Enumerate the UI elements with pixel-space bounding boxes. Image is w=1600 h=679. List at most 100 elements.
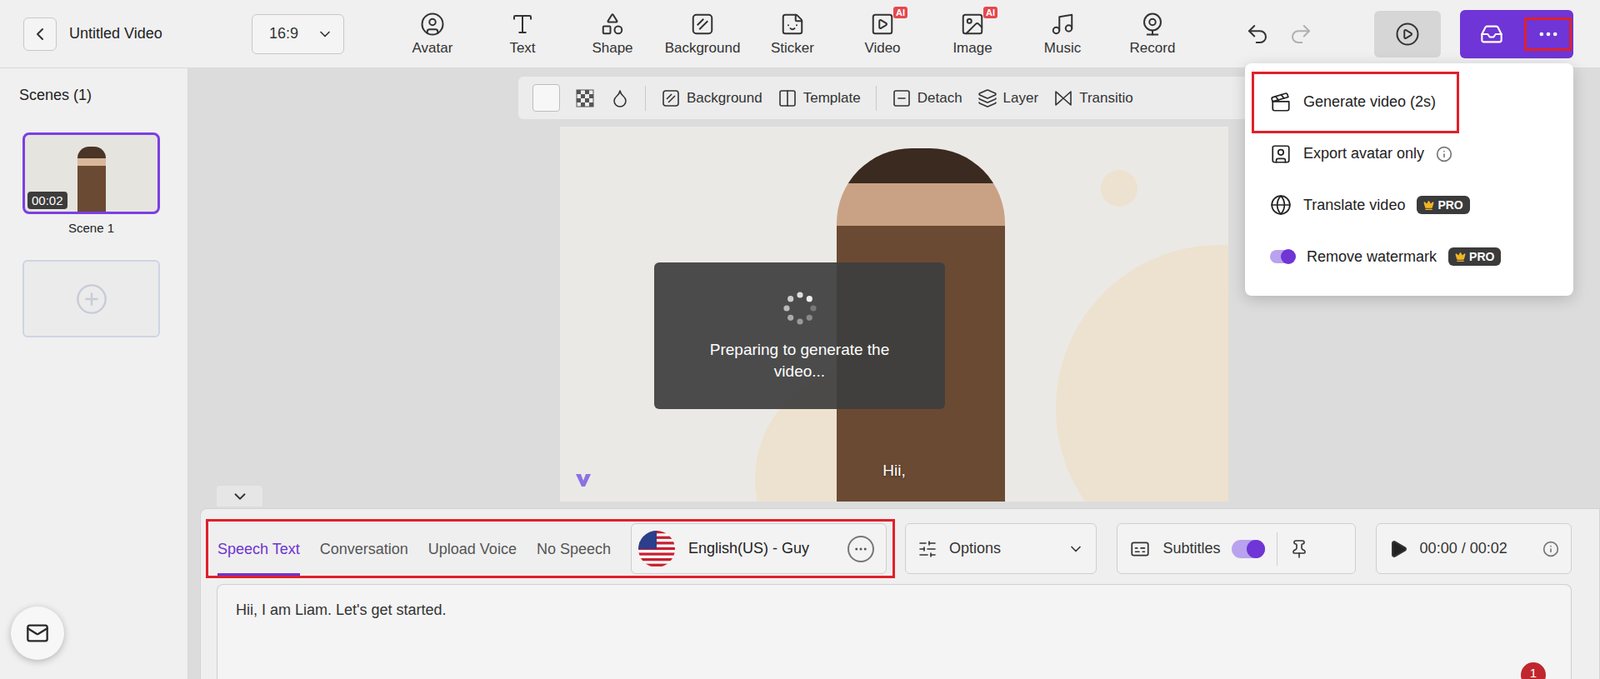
pro-badge: PRO [1416,195,1470,215]
speech-tab[interactable]: No Speech [536,521,611,576]
tool-button[interactable]: Text [482,8,563,60]
menu-item[interactable]: Export avatar only [1256,128,1471,180]
ellipsis-icon [853,541,869,557]
history-group [1245,21,1314,47]
watermark-toggle[interactable] [1270,250,1295,264]
sliders-icon [917,539,938,560]
video-icon [870,11,895,37]
canvas-toolbar: Background Template Detach Layer Transitio [518,76,1270,120]
scene-name: Scene 1 [68,220,115,235]
subtitles-label: Subtitles [1162,540,1220,558]
tool-label: Avatar [412,40,454,57]
tool-list: Avatar TextShape Background Sticker AIVideoA… [392,8,1193,60]
chevron-left-icon [30,24,50,45]
speech-tab[interactable]: Conversation [320,521,409,576]
droplet-icon[interactable] [610,88,630,109]
control-divider [1276,532,1278,566]
tool-button[interactable]: AIImage [932,8,1013,60]
menu-item-label: Translate video [1303,196,1405,215]
speech-tab[interactable]: Speech Text [217,521,300,576]
video-canvas[interactable]: Hii,Preparing to generate the video... [560,126,1229,502]
undo-icon[interactable] [1245,21,1270,47]
back-button[interactable] [23,17,57,51]
record-icon [1140,11,1165,37]
toolbar-button[interactable]: Background [660,88,763,109]
tool-label: Sticker [770,40,815,57]
play-icon[interactable] [1388,539,1409,560]
toolbar-button[interactable]: Transitio [1053,88,1134,109]
decor-circle [1100,170,1138,207]
options-select[interactable]: Options [905,523,1097,575]
tool-button[interactable]: Music [1022,8,1103,60]
us-flag-icon [638,530,675,568]
menu-item-icon [1270,143,1292,165]
watermark [573,470,594,490]
tool-button[interactable]: Avatar [392,8,473,60]
toolbar-label: Background [686,90,763,107]
playback-time: 00:00 / 00:02 [1420,540,1508,558]
toolbar-label: Layer [1003,90,1040,107]
tool-button[interactable]: Background [662,8,743,60]
tool-label: Music [1044,40,1081,57]
background-icon [660,88,681,109]
toolbar-button[interactable]: Detach [891,88,963,109]
scene-card[interactable]: 00:02 Scene 1 [22,132,160,235]
add-scene-button[interactable] [22,260,160,338]
layer-icon [977,88,998,109]
redo-icon[interactable] [1288,21,1314,47]
preview-button[interactable] [1374,10,1441,58]
subtitles-control: Subtitles [1116,523,1355,575]
crown-icon [1423,200,1435,211]
toolbar-divider [645,85,646,111]
toolbar-label: Template [803,90,861,107]
sticker-icon [780,11,805,37]
tool-label: Image [952,40,992,57]
text-icon [510,11,535,37]
menu-item-label: Generate video (2s) [1303,93,1436,111]
color-swatch[interactable] [532,84,560,112]
playback-control: 00:00 / 00:02 [1375,523,1572,575]
ai-badge: AI [893,6,908,19]
transition-icon [1053,88,1074,109]
music-icon [1050,11,1075,37]
menu-item-label: Remove watermark [1306,248,1437,266]
tool-button[interactable]: Shape [572,8,653,60]
template-icon [777,88,798,109]
options-label: Options [949,540,1001,558]
tool-button[interactable]: AIVideo [842,8,923,60]
tool-label: Background [665,40,741,57]
info-icon[interactable] [1542,540,1560,558]
feedback-button[interactable] [10,606,65,660]
collapse-panel-button[interactable] [216,485,263,507]
info-icon[interactable] [1435,145,1453,163]
speech-tabs: Speech Text Conversation Upload Voice No Sp… [205,519,895,579]
notification-badge[interactable]: 1 [1520,662,1546,679]
ratio-select[interactable]: 16:9 [251,14,345,55]
speech-text-input[interactable]: Hii, I am Liam. Let's get started. 1 [216,584,1572,679]
more-button[interactable] [1524,17,1572,51]
chevron-down-icon [230,487,250,506]
transparency-icon[interactable] [575,88,595,109]
speech-tab[interactable]: Upload Voice [428,521,517,576]
chevron-down-icon [316,25,334,43]
shape-icon [600,11,625,37]
plus-icon [75,282,109,316]
menu-item-icon [1270,91,1292,114]
video-title[interactable]: Untitled Video [69,25,163,43]
subtitles-toggle[interactable] [1231,540,1265,559]
inbox-icon[interactable] [1480,22,1504,46]
speech-text: Hii, I am Liam. Let's get started. [235,601,447,619]
menu-item[interactable]: Remove watermarkPRO [1256,230,1520,283]
scene-thumbnail[interactable]: 00:02 [22,132,160,215]
pin-icon[interactable] [1289,539,1310,560]
voice-select[interactable]: English(US) - Guy [630,523,887,575]
toolbar-button[interactable]: Template [777,88,861,109]
toolbar-button[interactable]: Layer [977,88,1040,109]
tool-button[interactable]: Record [1112,8,1193,60]
menu-item[interactable]: Generate video (2s) [1256,76,1455,129]
voice-name: English(US) - Guy [688,540,810,558]
menu-item[interactable]: Translate video PRO [1256,180,1489,232]
spinner-icon [780,289,820,328]
voice-more-button[interactable] [847,535,875,563]
tool-button[interactable]: Sticker [752,8,833,60]
